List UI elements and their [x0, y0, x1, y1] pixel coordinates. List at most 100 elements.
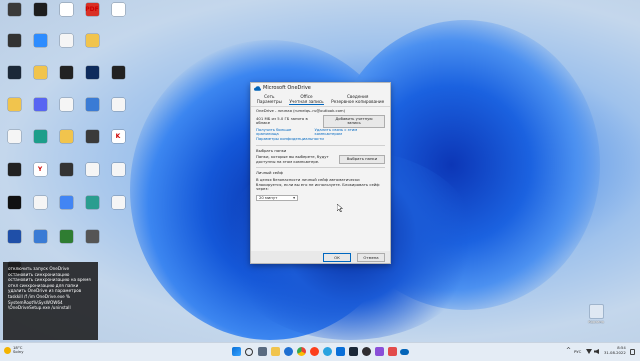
recycle-bin-icon[interactable]: Корзина [584, 304, 608, 328]
desktop-shortcut[interactable] [80, 130, 104, 154]
store-icon[interactable] [336, 347, 345, 356]
task-view-icon[interactable] [258, 347, 267, 356]
tab-account[interactable]: Учетная запись [289, 99, 324, 105]
onedrive-tray-icon[interactable] [400, 349, 409, 355]
chevron-down-icon: ▾ [293, 194, 295, 200]
browser-icon[interactable] [284, 347, 293, 356]
desktop-shortcut[interactable] [28, 130, 52, 154]
unlink-pc-link[interactable]: Удалить связь с этим компьютером [314, 127, 385, 137]
weather-text-block: 18°C Solny [13, 345, 23, 355]
desktop-shortcut[interactable] [2, 3, 26, 27]
vault-lock-value: 20 минут [259, 194, 278, 200]
desktop-shortcut[interactable] [80, 196, 104, 220]
tab-settings[interactable]: Параметры [257, 99, 282, 104]
tray-chevron-icon[interactable]: ^ [566, 347, 571, 354]
dialog-title: Microsoft OneDrive [263, 85, 311, 91]
desktop-shortcut[interactable] [2, 66, 26, 90]
file-explorer-icon[interactable] [271, 347, 280, 356]
desktop-shortcut[interactable] [2, 196, 26, 220]
obs-icon[interactable] [362, 347, 371, 356]
clock[interactable]: 8:54 31.08.2022 [604, 345, 626, 355]
account-line: OneDrive - личная (rumelqs..ru@outlook.c… [256, 108, 346, 113]
desktop-shortcut[interactable] [54, 3, 78, 27]
mouse-cursor-icon [337, 204, 343, 212]
shortcut-icon [7, 230, 21, 243]
add-account-button[interactable]: Добавить учетную запись [322, 114, 385, 128]
desktop-shortcut[interactable] [80, 34, 104, 58]
desktop-shortcut[interactable] [54, 196, 78, 220]
app-icon[interactable] [375, 347, 384, 356]
app-icon[interactable] [388, 347, 397, 356]
desktop-shortcut[interactable]: Y [28, 163, 52, 187]
choose-folders-button[interactable]: Выбрать папки [339, 155, 385, 165]
desktop-shortcut[interactable] [80, 230, 104, 254]
vault-text: В целях безопасности личный сейф автомат… [256, 176, 380, 192]
vault-lock-select[interactable]: 20 минут ▾ [256, 194, 298, 202]
ok-button[interactable]: ОК [323, 252, 351, 262]
desktop-shortcut[interactable] [54, 230, 78, 254]
chrome-icon[interactable] [297, 347, 306, 356]
desktop-shortcut[interactable] [54, 98, 78, 122]
divider [256, 167, 385, 169]
desktop-shortcut[interactable] [106, 98, 130, 122]
shortcut-icon: PDF [85, 3, 99, 16]
shortcut-icon [7, 66, 21, 79]
desktop-shortcut[interactable] [106, 66, 130, 90]
yandex-icon[interactable] [310, 347, 319, 356]
vault-heading: Личный сейф [256, 170, 283, 176]
desktop-shortcut[interactable] [28, 34, 52, 58]
notification-center-icon[interactable] [630, 349, 635, 355]
tab-column-1: Сеть Параметры [257, 94, 282, 105]
shortcut-icon [59, 66, 73, 79]
shortcut-icon [111, 66, 125, 79]
privacy-settings-link[interactable]: Параметры конфиденциальности [256, 136, 385, 142]
network-icon[interactable] [586, 349, 592, 354]
desktop-shortcut[interactable] [28, 98, 52, 122]
desktop-shortcut[interactable] [80, 66, 104, 90]
desktop-shortcut[interactable] [2, 98, 26, 122]
desktop-shortcut[interactable] [28, 230, 52, 254]
shortcut-icon [59, 98, 73, 111]
search-icon[interactable] [245, 348, 253, 356]
desktop-shortcut[interactable] [54, 130, 78, 154]
start-button[interactable] [232, 347, 241, 356]
desktop-shortcut[interactable] [54, 34, 78, 58]
desktop-shortcut[interactable]: K [106, 130, 130, 154]
shortcut-icon [33, 66, 47, 79]
desktop-shortcut[interactable] [28, 3, 52, 27]
desktop-shortcut[interactable] [2, 163, 26, 187]
desktop-shortcut[interactable] [80, 163, 104, 187]
tab-column-2: Office Учетная запись [289, 94, 324, 105]
shortcut-icon [7, 163, 21, 176]
shortcut-icon [59, 3, 73, 16]
shortcut-icon [7, 98, 21, 111]
desktop-shortcut[interactable] [28, 196, 52, 220]
desktop-shortcut[interactable] [54, 163, 78, 187]
desktop-shortcut[interactable]: PDF [80, 3, 104, 27]
desktop-shortcut[interactable] [2, 34, 26, 58]
desktop-shortcut[interactable] [106, 3, 130, 27]
desktop-shortcut[interactable] [80, 98, 104, 122]
weather-widget[interactable]: 18°C Solny [4, 345, 23, 355]
desktop-shortcut[interactable] [2, 230, 26, 254]
shortcut-icon [7, 196, 21, 209]
desktop-shortcut[interactable] [106, 163, 130, 187]
volume-icon[interactable] [594, 349, 599, 354]
shortcut-icon [85, 66, 99, 79]
telegram-icon[interactable] [323, 347, 332, 356]
tab-backup[interactable]: Резервное копирование [331, 99, 384, 104]
shortcut-icon [111, 3, 125, 16]
steam-icon[interactable] [349, 347, 358, 356]
recycle-bin-label: Корзина [588, 320, 604, 324]
desktop-shortcut[interactable] [106, 196, 130, 220]
shortcut-icon [111, 163, 125, 176]
clock-date: 31.08.2022 [604, 349, 626, 355]
desktop-shortcut[interactable] [2, 130, 26, 154]
desktop-shortcut[interactable] [54, 66, 78, 90]
account-panel: OneDrive - личная (rumelqs..ru@outlook.c… [251, 107, 390, 203]
sun-icon [4, 346, 11, 354]
tray-lang[interactable]: РУС [574, 349, 581, 354]
cancel-button[interactable]: Отмена [357, 252, 385, 262]
dialog-titlebar: Microsoft OneDrive [251, 83, 390, 93]
desktop-shortcut[interactable] [28, 66, 52, 90]
